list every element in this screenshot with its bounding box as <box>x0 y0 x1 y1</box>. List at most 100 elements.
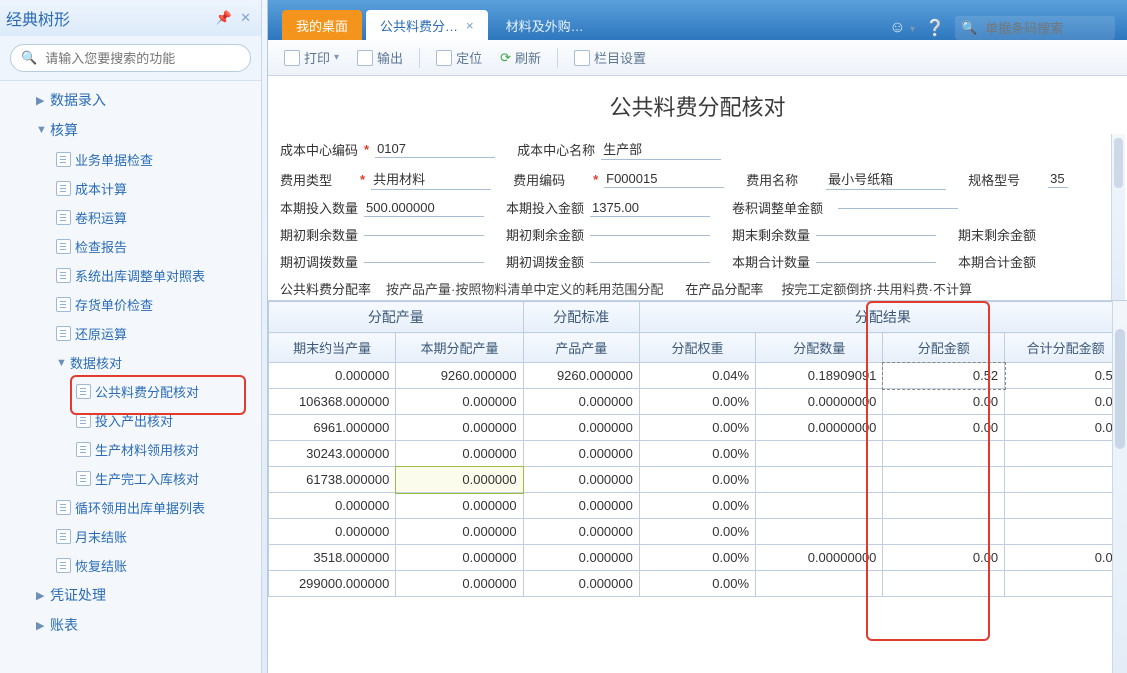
cell-weight[interactable]: 0.00% <box>639 493 755 519</box>
cell-allocqty[interactable]: 0.18909091 <box>756 363 883 389</box>
cell-allocqty[interactable] <box>756 441 883 467</box>
cell-endeqv[interactable]: 106368.000000 <box>269 389 396 415</box>
cell-endeqv[interactable]: 0.000000 <box>269 519 396 545</box>
tab-materials[interactable]: 材料及外购… <box>492 10 598 40</box>
tree-item-restore[interactable]: 还原运算 <box>0 319 261 348</box>
export-button[interactable]: 输出 <box>351 46 409 69</box>
col-allocamt[interactable]: 分配金额 <box>883 333 1005 363</box>
cell-periodalloc[interactable]: 0.000000 <box>396 545 523 571</box>
val-periodtotqty[interactable] <box>816 260 936 263</box>
table-row[interactable]: 0.0000009260.0000009260.0000000.04%0.189… <box>269 363 1127 389</box>
cell-allocqty[interactable]: 0.00000000 <box>756 415 883 441</box>
cell-endeqv[interactable]: 0.000000 <box>269 363 396 389</box>
cell-weight[interactable]: 0.00% <box>639 467 755 493</box>
tree-item-monthend[interactable]: 月末结账 <box>0 522 261 551</box>
sidebar-search-input[interactable] <box>43 50 240 67</box>
tree-item-sysadjust[interactable]: 系统出库调整单对照表 <box>0 261 261 290</box>
top-search[interactable]: 🔍 <box>955 16 1115 40</box>
cell-totalallocamt[interactable]: 0.00 <box>1005 415 1127 441</box>
val-spec[interactable]: 35 <box>1048 170 1068 188</box>
form-scrollbar[interactable] <box>1111 134 1125 300</box>
cell-totalallocamt[interactable] <box>1005 519 1127 545</box>
cell-endeqv[interactable]: 299000.000000 <box>269 571 396 597</box>
table-row[interactable]: 0.0000000.0000000.0000000.00% <box>269 493 1127 519</box>
close-icon[interactable]: × <box>466 18 474 33</box>
tab-pubmatalloc[interactable]: 公共料费分… × <box>366 10 488 40</box>
pin-icon[interactable]: 📌 <box>216 10 232 26</box>
cell-periodalloc[interactable]: 0.000000 <box>396 389 523 415</box>
cell-prodqty[interactable]: 0.000000 <box>523 571 639 597</box>
cell-endeqv[interactable]: 6961.000000 <box>269 415 396 441</box>
cell-totalallocamt[interactable] <box>1005 441 1127 467</box>
cell-weight[interactable]: 0.04% <box>639 363 755 389</box>
tree-item-datacheck[interactable]: ▼数据核对 <box>0 348 261 377</box>
smile-icon[interactable]: ☺ ▾ <box>889 19 915 37</box>
col-endeqv[interactable]: 期末约当产量 <box>269 333 396 363</box>
cell-periodalloc[interactable]: 0.000000 <box>396 415 523 441</box>
cell-totalallocamt[interactable] <box>1005 467 1127 493</box>
cell-allocamt[interactable]: 0.00 <box>883 545 1005 571</box>
cell-allocqty[interactable]: 0.00000000 <box>756 545 883 571</box>
val-beginamt[interactable] <box>590 233 710 236</box>
print-button[interactable]: 打印▾ <box>278 46 345 69</box>
cell-periodalloc[interactable]: 0.000000 <box>396 571 523 597</box>
tree-item-recover[interactable]: 恢复结账 <box>0 551 261 580</box>
cell-allocqty[interactable]: 0.00000000 <box>756 389 883 415</box>
cell-periodalloc[interactable]: 0.000000 <box>396 467 523 493</box>
col-prodqty[interactable]: 产品产量 <box>523 333 639 363</box>
top-search-input[interactable] <box>983 20 1103 37</box>
sidebar-search[interactable]: 🔍 <box>10 44 251 72</box>
tree-item-bizcheck[interactable]: 业务单据检查 <box>0 145 261 174</box>
table-row[interactable]: 0.0000000.0000000.0000000.00% <box>269 519 1127 545</box>
cell-endeqv[interactable]: 3518.000000 <box>269 545 396 571</box>
table-row[interactable]: 106368.0000000.0000000.0000000.00%0.0000… <box>269 389 1127 415</box>
cell-prodqty[interactable]: 0.000000 <box>523 467 639 493</box>
tree-item-checkrpt[interactable]: 检查报告 <box>0 232 261 261</box>
cell-prodqty[interactable]: 0.000000 <box>523 441 639 467</box>
columns-button[interactable]: 栏目设置 <box>568 46 652 69</box>
cell-allocamt[interactable] <box>883 441 1005 467</box>
val-amtin[interactable]: 1375.00 <box>590 199 710 217</box>
val-costcenter-code[interactable]: 0107 <box>375 140 495 158</box>
cell-allocamt[interactable]: 0.52 <box>883 363 1005 389</box>
tree-item-juanjiyun[interactable]: 卷积运算 <box>0 203 261 232</box>
col-totalallocamt[interactable]: 合计分配金额 <box>1005 333 1127 363</box>
cell-allocqty[interactable] <box>756 493 883 519</box>
val-juanji[interactable] <box>838 206 958 209</box>
data-grid[interactable]: 分配产量 分配标准 分配结果 期末约当产量 本期分配产量 产品产量 分配权重 分… <box>268 301 1127 597</box>
cell-periodalloc[interactable]: 0.000000 <box>396 493 523 519</box>
table-row[interactable]: 299000.0000000.0000000.0000000.00% <box>269 571 1127 597</box>
tree-item-report[interactable]: ▶账表 <box>0 610 261 640</box>
val-endqty[interactable] <box>816 233 936 236</box>
val-feename[interactable]: 最小号纸箱 <box>826 168 946 190</box>
tree-item-finishin[interactable]: 生产完工入库核对 <box>0 464 261 493</box>
cell-totalallocamt[interactable]: 0.52 <box>1005 363 1127 389</box>
cell-periodalloc[interactable]: 0.000000 <box>396 519 523 545</box>
tree-item-matdraw[interactable]: 生产材料领用核对 <box>0 435 261 464</box>
cell-weight[interactable]: 0.00% <box>639 389 755 415</box>
cell-weight[interactable]: 0.00% <box>639 545 755 571</box>
val-feetype[interactable]: 共用材料 <box>371 168 491 190</box>
val-feecode[interactable]: F000015 <box>604 170 724 188</box>
cell-allocamt[interactable] <box>883 519 1005 545</box>
close-icon[interactable]: ✕ <box>240 10 251 26</box>
cell-allocqty[interactable] <box>756 467 883 493</box>
cell-prodqty[interactable]: 0.000000 <box>523 519 639 545</box>
refresh-button[interactable]: ⟳刷新 <box>494 46 547 69</box>
grid-scrollbar[interactable] <box>1112 301 1127 673</box>
cell-weight[interactable]: 0.00% <box>639 441 755 467</box>
col-allocqty[interactable]: 分配数量 <box>756 333 883 363</box>
cell-allocamt[interactable] <box>883 493 1005 519</box>
cell-periodalloc[interactable]: 0.000000 <box>396 441 523 467</box>
cell-weight[interactable]: 0.00% <box>639 415 755 441</box>
val-beginadjamt[interactable] <box>590 260 710 263</box>
cell-endeqv[interactable]: 30243.000000 <box>269 441 396 467</box>
tree-item-costcalc[interactable]: 成本计算 <box>0 174 261 203</box>
cell-totalallocamt[interactable] <box>1005 571 1127 597</box>
cell-prodqty[interactable]: 9260.000000 <box>523 363 639 389</box>
tree-item-invprice[interactable]: 存货单价检查 <box>0 290 261 319</box>
help-icon[interactable]: ❔ <box>925 18 945 38</box>
cell-allocamt[interactable] <box>883 571 1005 597</box>
col-weight[interactable]: 分配权重 <box>639 333 755 363</box>
cell-prodqty[interactable]: 0.000000 <box>523 493 639 519</box>
